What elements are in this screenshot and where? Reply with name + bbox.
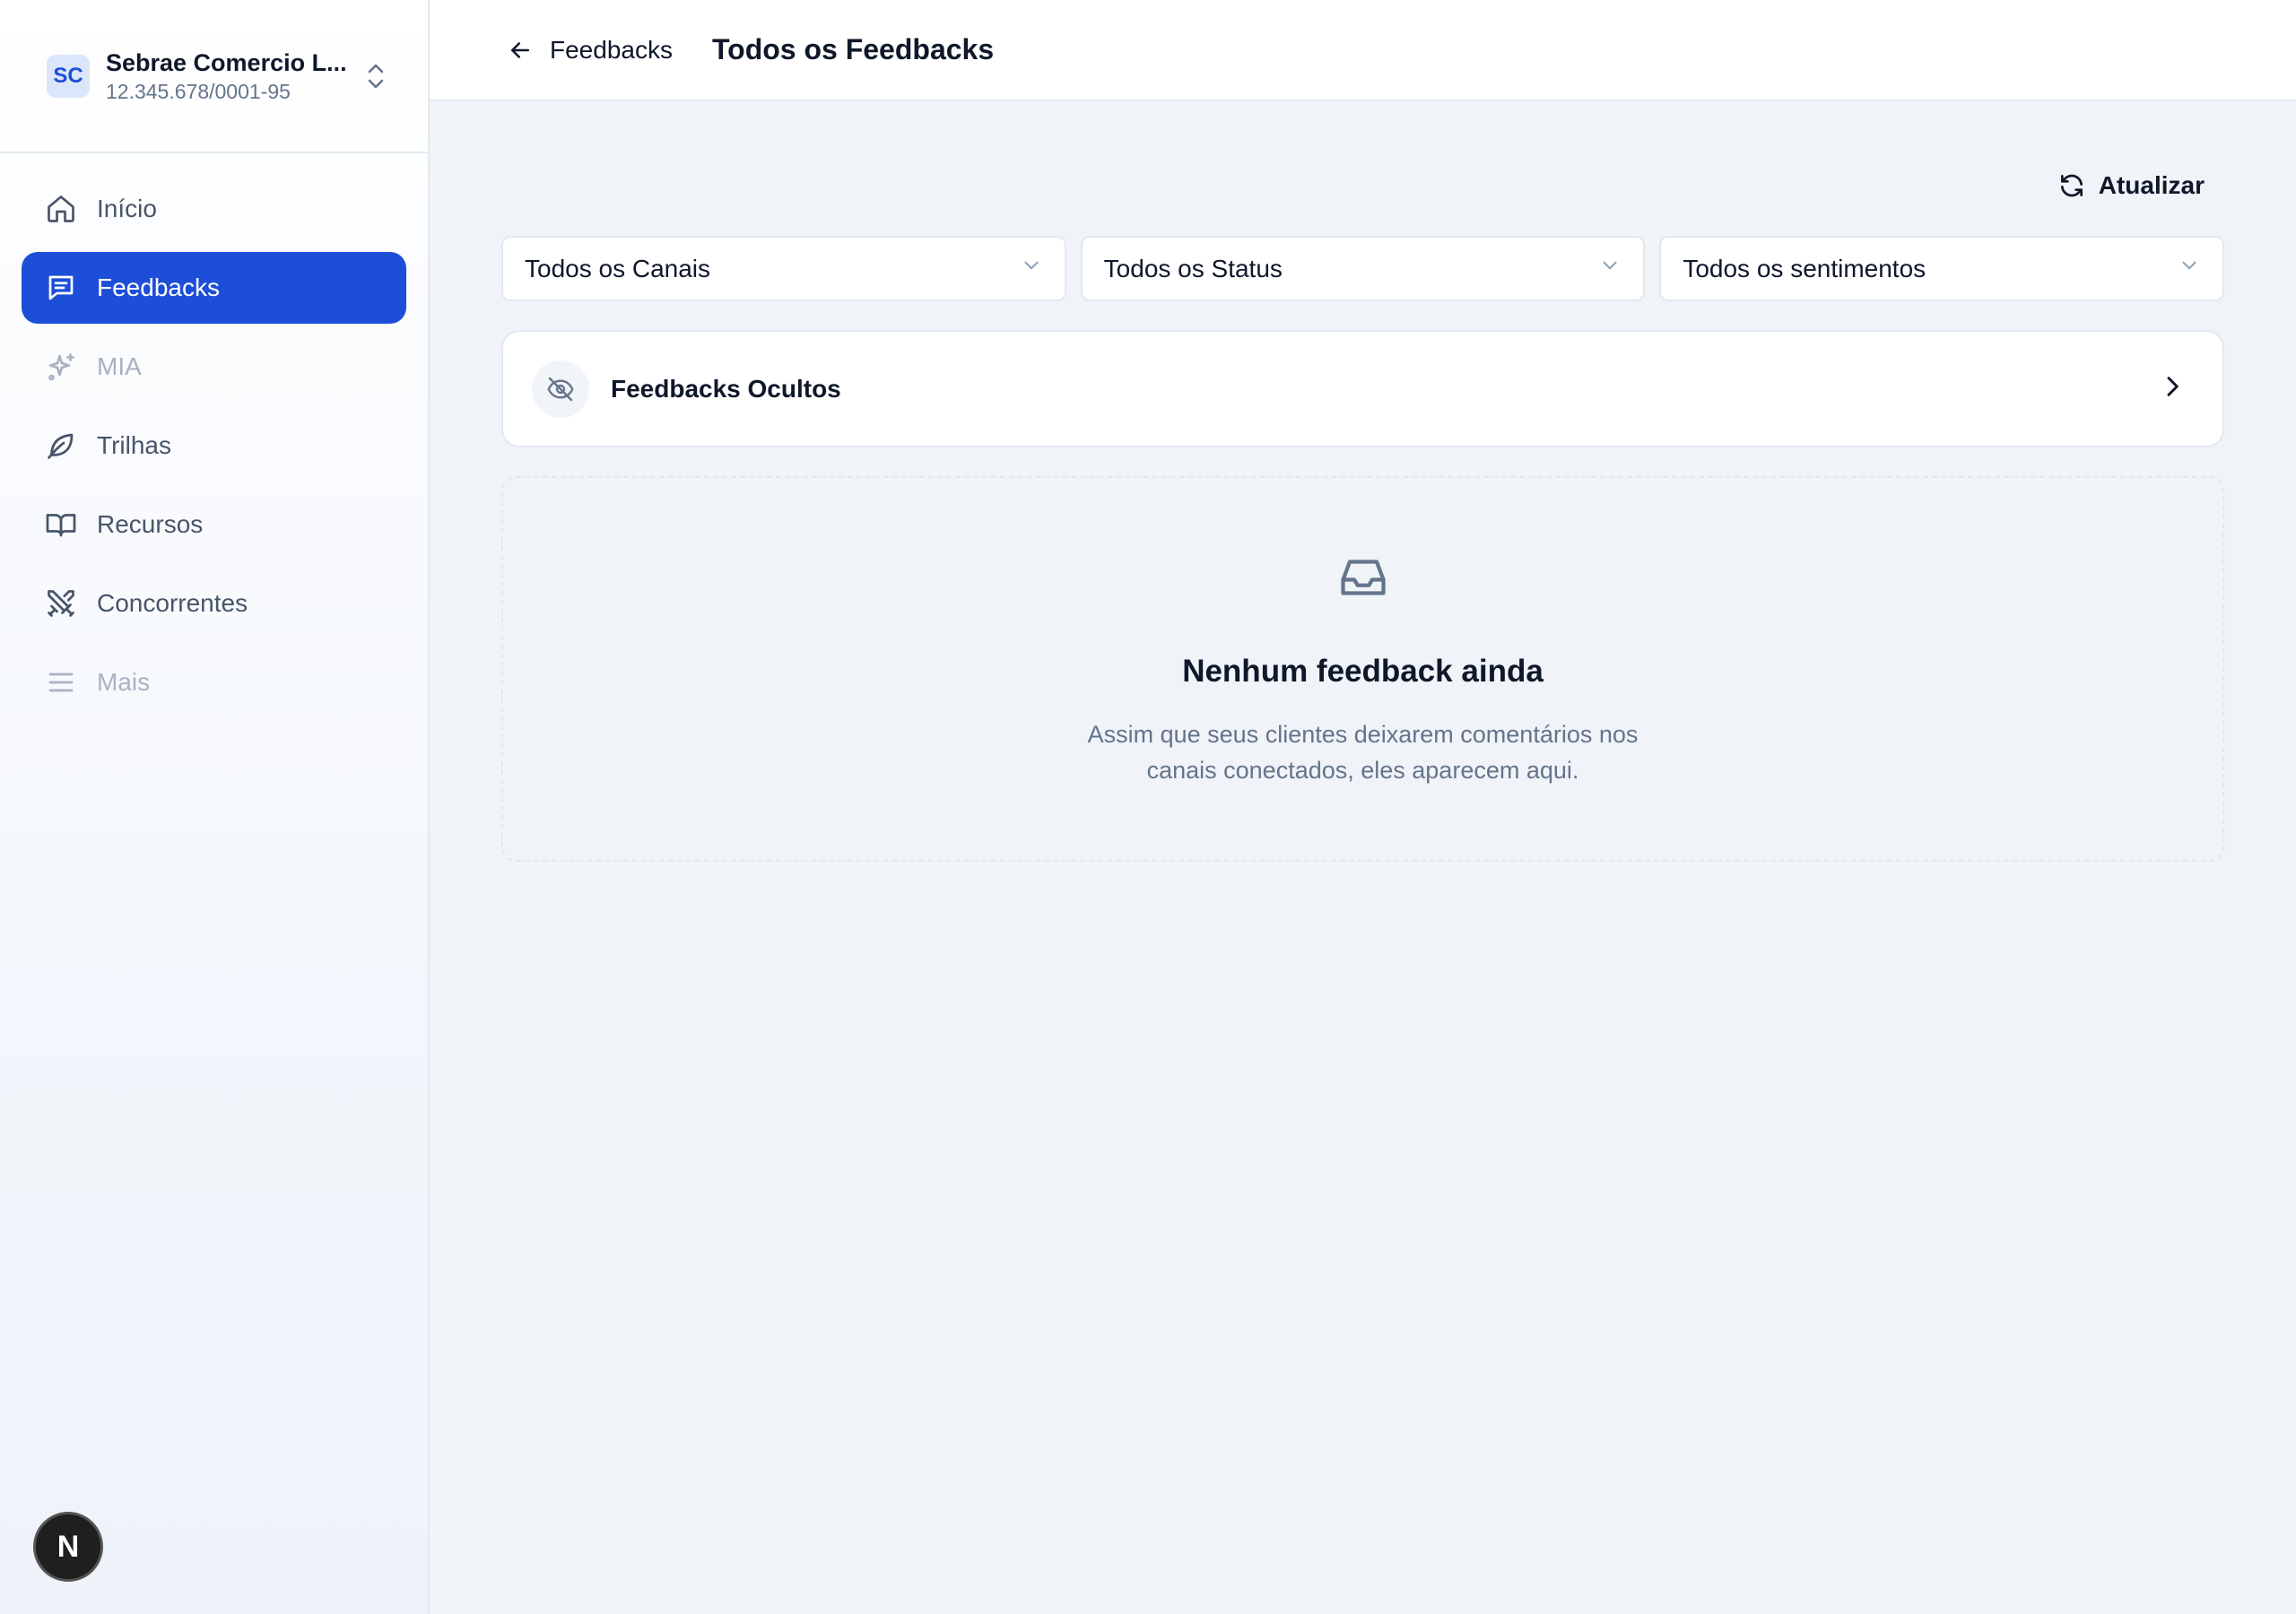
main-content: Feedbacks Todos os Feedbacks Atualizar T… <box>430 0 2296 1614</box>
sidebar-item-label: Trilhas <box>97 431 171 459</box>
sentiment-filter-select[interactable]: Todos os sentimentos <box>1659 236 2225 301</box>
refresh-button[interactable]: Atualizar <box>2057 169 2205 202</box>
eye-off-icon <box>532 360 589 418</box>
sidebar-item-label: Recursos <box>97 510 204 538</box>
sidebar-nav: Início Feedbacks MIA Trilhas Recursos Co… <box>0 153 428 718</box>
org-cnpj: 12.345.678/0001-95 <box>106 79 291 103</box>
chevrons-up-down-icon[interactable] <box>360 60 392 92</box>
dev-tools-badge[interactable]: N <box>33 1512 103 1582</box>
chevron-right-icon <box>2158 372 2187 405</box>
org-avatar: SC <box>47 54 90 98</box>
page-title: Todos os Feedbacks <box>711 33 995 65</box>
menu-icon <box>43 664 79 700</box>
leaf-icon <box>43 428 79 464</box>
chevron-down-icon <box>2178 254 2201 283</box>
empty-state-description: Assim que seus clientes deixarem comentá… <box>1087 720 1639 784</box>
filters-row: Todos os Canais Todos os Status Todos os… <box>501 236 2225 301</box>
sidebar-item-label: Início <box>97 195 157 222</box>
refresh-icon <box>2057 169 2090 202</box>
sidebar-item-mia[interactable]: MIA <box>22 331 406 403</box>
book-open-icon <box>43 507 79 542</box>
empty-state: Nenhum feedback ainda Assim que seus cli… <box>501 476 2224 862</box>
swords-icon <box>43 586 79 621</box>
sidebar-item-label: Concorrentes <box>97 589 248 617</box>
sidebar-item-concorrentes[interactable]: Concorrentes <box>22 568 406 639</box>
sidebar-item-recursos[interactable]: Recursos <box>22 489 406 560</box>
channel-filter-value: Todos os Canais <box>525 254 711 282</box>
sparkles-icon <box>43 349 79 385</box>
hidden-feedbacks-label: Feedbacks Ocultos <box>611 374 841 403</box>
feedbacks-panel: Atualizar Todos os Canais Todos os Statu… <box>430 101 2296 862</box>
home-icon <box>43 191 79 227</box>
sidebar-item-label: Feedbacks <box>97 273 220 301</box>
chevron-down-icon <box>1020 254 1043 283</box>
sidebar-item-feedbacks[interactable]: Feedbacks <box>22 252 406 324</box>
sidebar-item-label: MIA <box>97 352 142 380</box>
chevron-down-icon <box>1598 254 1622 283</box>
sidebar-item-trilhas[interactable]: Trilhas <box>22 410 406 482</box>
org-switcher[interactable]: SC Sebrae Comercio L... 12.345.678/0001-… <box>0 0 428 153</box>
sentiment-filter-value: Todos os sentimentos <box>1683 254 1926 282</box>
empty-state-title: Nenhum feedback ainda <box>1182 653 1544 689</box>
arrow-left-icon <box>507 34 539 66</box>
org-name: Sebrae Comercio L... <box>106 48 347 76</box>
refresh-label: Atualizar <box>2098 171 2205 199</box>
toolbar: Atualizar <box>501 101 2224 248</box>
back-link-label: Feedbacks <box>550 35 673 64</box>
sidebar-item-mais[interactable]: Mais <box>22 646 406 718</box>
sidebar-item-inicio[interactable]: Início <box>22 173 406 245</box>
sidebar: SC Sebrae Comercio L... 12.345.678/0001-… <box>0 0 430 1614</box>
sidebar-item-label: Mais <box>97 668 151 696</box>
topbar: Feedbacks Todos os Feedbacks <box>430 0 2296 101</box>
message-square-text-icon <box>43 270 79 306</box>
hidden-feedbacks-card[interactable]: Feedbacks Ocultos <box>501 330 2224 447</box>
app-root: SC Sebrae Comercio L... 12.345.678/0001-… <box>0 0 2296 1614</box>
org-info: Sebrae Comercio L... 12.345.678/0001-95 <box>106 48 360 105</box>
channel-filter-select[interactable]: Todos os Canais <box>501 236 1066 301</box>
inbox-icon <box>1336 551 1390 609</box>
status-filter-select[interactable]: Todos os Status <box>1080 236 1646 301</box>
back-link[interactable]: Feedbacks <box>507 34 673 66</box>
status-filter-value: Todos os Status <box>1103 254 1283 282</box>
